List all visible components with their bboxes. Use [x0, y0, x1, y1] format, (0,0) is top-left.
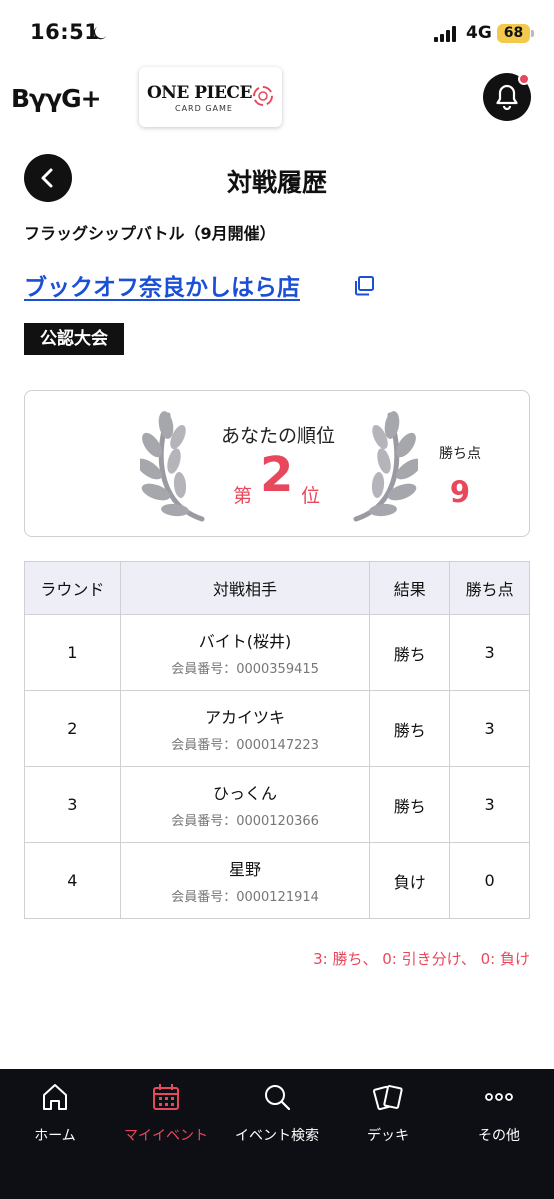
- opponent-name: ひっくん: [213, 784, 278, 803]
- nav-label: マイイベント: [124, 1128, 208, 1144]
- result-cell: 勝ち: [369, 614, 451, 691]
- result-cell: 負け: [369, 842, 451, 919]
- more-icon: [485, 1093, 513, 1101]
- tournament-type-badge: 公認大会: [24, 323, 124, 355]
- game-logo-subtitle: CARD GAME: [175, 104, 233, 113]
- table-row: 3 ひっくん 会員番号：0000120366 勝ち 3: [24, 766, 530, 843]
- bottom-nav: ホーム マイイベント イベント検索 デッキ その他: [0, 1069, 554, 1199]
- game-logo-mark-icon: [253, 86, 273, 106]
- round-cell: 4: [24, 842, 121, 919]
- table-row: 4 星野 会員番号：0000121914 負け 0: [24, 842, 530, 919]
- nav-item-my-events[interactable]: マイイベント: [111, 1069, 221, 1169]
- member-number: 会員番号：0000359415: [171, 662, 319, 677]
- opponent-name: アカイツキ: [205, 708, 286, 727]
- points-cell: 3: [449, 766, 530, 843]
- round-cell: 3: [24, 766, 121, 843]
- laurel-left-icon: [140, 411, 205, 522]
- points-cell: 3: [449, 690, 530, 767]
- nav-label: ホーム: [34, 1128, 76, 1144]
- app-header: BγγG+ ONE PIECE CARD GAME: [0, 62, 554, 134]
- store-link[interactable]: ブックオフ奈良かしはら店: [24, 268, 300, 302]
- rank-suffix: 位: [301, 485, 321, 507]
- network-type: 4G: [466, 23, 492, 43]
- column-header-result: 結果: [369, 561, 451, 615]
- points-label: 勝ち点: [439, 446, 481, 462]
- nav-label: イベント検索: [235, 1128, 319, 1144]
- member-number: 会員番号：0000120366: [171, 814, 319, 829]
- notification-badge: [518, 73, 530, 85]
- opponent-cell: 星野 会員番号：0000121914: [119, 842, 371, 919]
- table-row: 2 アカイツキ 会員番号：0000147223 勝ち 3: [24, 690, 530, 767]
- opponent-cell: アカイツキ 会員番号：0000147223: [119, 690, 371, 767]
- brand-logo[interactable]: BγγG+: [11, 84, 102, 113]
- points-value: 9: [449, 475, 471, 509]
- table-header-row: ラウンド 対戦相手 結果 勝ち点: [24, 561, 530, 615]
- game-logo-title: ONE PIECE: [147, 83, 252, 103]
- points-legend: 3: 勝ち、 0: 引き分け、 0: 負け: [313, 950, 530, 968]
- external-link-icon[interactable]: [352, 274, 376, 298]
- event-name: フラッグシップバトル（9月開催）: [24, 224, 276, 243]
- result-cell: 勝ち: [369, 690, 451, 767]
- nav-item-more[interactable]: その他: [444, 1069, 554, 1169]
- opponent-name: 星野: [229, 860, 262, 879]
- laurel-right-icon: [353, 411, 418, 522]
- game-logo[interactable]: ONE PIECE CARD GAME: [139, 67, 282, 127]
- battery-icon: 68: [497, 24, 530, 43]
- calendar-icon: [153, 1084, 179, 1110]
- table-row: 1 バイト(桜井) 会員番号：0000359415 勝ち 3: [24, 614, 530, 691]
- moon-icon: [93, 26, 107, 40]
- opponent-name: バイト(桜井): [198, 632, 292, 651]
- nav-item-deck[interactable]: デッキ: [333, 1069, 443, 1169]
- points-cell: 3: [449, 614, 530, 691]
- home-icon: [43, 1084, 67, 1110]
- opponent-cell: ひっくん 会員番号：0000120366: [119, 766, 371, 843]
- bell-icon: [496, 84, 518, 110]
- rank-value: 2: [260, 447, 294, 503]
- nav-label: その他: [478, 1128, 520, 1144]
- nav-item-home[interactable]: ホーム: [0, 1069, 110, 1169]
- signal-icon: [434, 26, 460, 42]
- points-cell: 0: [449, 842, 530, 919]
- column-header-round: ラウンド: [24, 561, 121, 615]
- column-header-opponent: 対戦相手: [119, 561, 371, 615]
- nav-label: デッキ: [367, 1128, 409, 1144]
- rank-prefix: 第: [233, 485, 253, 507]
- search-icon: [265, 1085, 291, 1111]
- member-number: 会員番号：0000147223: [171, 738, 319, 753]
- status-bar: 16:51 4G 68: [0, 0, 554, 62]
- nav-item-event-search[interactable]: イベント検索: [222, 1069, 332, 1169]
- opponent-cell: バイト(桜井) 会員番号：0000359415: [119, 614, 371, 691]
- round-cell: 1: [24, 614, 121, 691]
- results-table: ラウンド 対戦相手 結果 勝ち点 1 バイト(桜井) 会員番号：00003594…: [24, 561, 530, 919]
- cards-icon: [373, 1085, 403, 1111]
- column-header-points: 勝ち点: [449, 561, 530, 615]
- rank-card: あなたの順位 第 2 位 勝ち点 9: [24, 390, 530, 537]
- page-title: 対戦履歴: [226, 168, 327, 197]
- status-time: 16:51: [30, 20, 100, 44]
- round-cell: 2: [24, 690, 121, 767]
- rank-label: あなたの順位: [220, 425, 335, 447]
- battery-tip: [531, 30, 534, 37]
- member-number: 会員番号：0000121914: [171, 890, 319, 905]
- result-cell: 勝ち: [369, 766, 451, 843]
